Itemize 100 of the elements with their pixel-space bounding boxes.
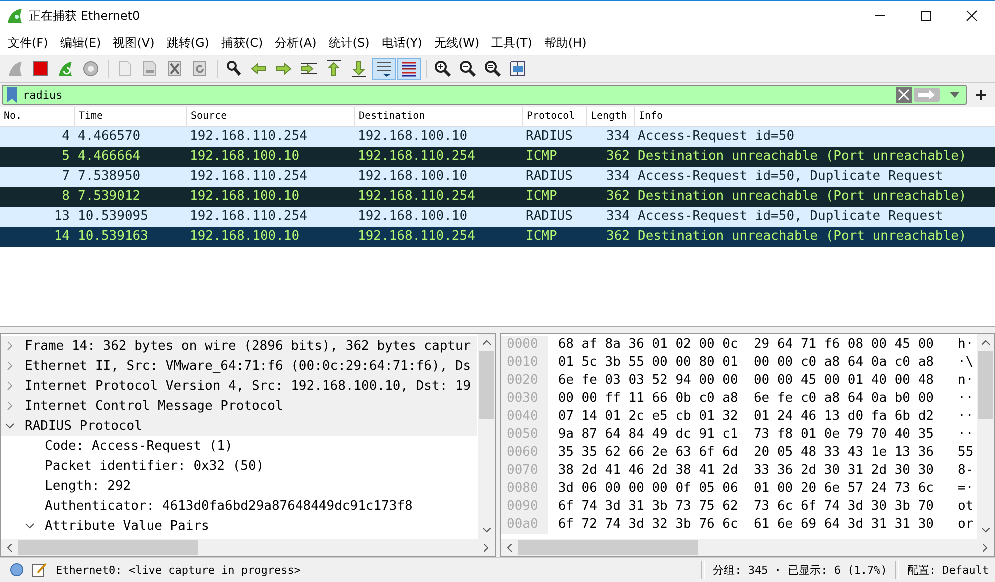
menu-item[interactable]: 统计(S) xyxy=(324,34,375,52)
scrollbar-thumb[interactable] xyxy=(518,540,698,555)
menu-item[interactable]: 文件(F) xyxy=(3,34,54,52)
table-cell[interactable]: 192.168.110.254 xyxy=(354,227,522,247)
table-cell[interactable]: RADIUS xyxy=(522,207,586,227)
table-cell[interactable]: 192.168.100.10 xyxy=(186,147,354,167)
table-cell[interactable]: 192.168.100.10 xyxy=(354,207,522,227)
menu-item[interactable]: 电话(Y) xyxy=(376,34,428,52)
collapsed-caret-icon[interactable] xyxy=(5,361,15,371)
tree-item[interactable]: Code: Access-Request (1) xyxy=(45,438,233,454)
hex-bytes: 9a 87 64 84 49 dc 91 c1 73 f8 01 0e 79 70 40 35 xyxy=(558,426,934,444)
table-cell[interactable]: 192.168.100.10 xyxy=(186,227,354,247)
tree-item[interactable]: Packet identifier: 0x32 (50) xyxy=(45,458,264,474)
scrollbar-thumb[interactable] xyxy=(978,351,993,419)
resize-columns-icon xyxy=(508,59,528,79)
expanded-caret-icon[interactable] xyxy=(25,521,35,531)
menu-item[interactable]: 帮助(H) xyxy=(539,34,592,52)
menu-item[interactable]: 编辑(E) xyxy=(55,34,106,52)
table-cell[interactable]: 192.168.110.254 xyxy=(186,207,354,227)
table-cell[interactable]: 13 xyxy=(0,207,74,227)
table-cell[interactable]: 192.168.110.254 xyxy=(354,147,522,167)
table-cell[interactable]: 7 xyxy=(0,167,74,187)
clear-icon[interactable] xyxy=(896,87,912,103)
table-cell[interactable]: Destination unreachable (Port unreachable) xyxy=(634,147,995,167)
status-circle-icon[interactable] xyxy=(10,563,24,577)
table-cell[interactable]: 7.539012 xyxy=(74,187,186,207)
table-cell[interactable]: 5 xyxy=(0,147,74,167)
plus-icon[interactable] xyxy=(975,89,987,101)
collapsed-caret-icon[interactable] xyxy=(5,341,15,351)
menu-item[interactable]: 捕获(C) xyxy=(216,34,268,52)
table-cell[interactable]: 192.168.110.254 xyxy=(186,167,354,187)
table-cell[interactable]: 192.168.110.254 xyxy=(354,187,522,207)
table-cell[interactable]: 10.539095 xyxy=(74,207,186,227)
ascii-text: ot xyxy=(958,498,974,516)
ascii-text: or xyxy=(958,516,974,534)
byte-offset: 0090 xyxy=(507,498,538,516)
table-cell[interactable]: ICMP xyxy=(522,147,586,167)
table-cell[interactable]: 362 xyxy=(586,187,634,207)
menu-item[interactable]: 无线(W) xyxy=(429,34,485,52)
vertical-scrollbar[interactable] xyxy=(977,334,994,539)
tree-item[interactable]: Length: 292 xyxy=(45,478,132,494)
table-cell[interactable]: 192.168.100.10 xyxy=(186,187,354,207)
table-cell[interactable]: ICMP xyxy=(522,187,586,207)
table-cell[interactable]: 362 xyxy=(586,147,634,167)
hex-bytes: 6f 74 3d 31 3b 73 75 62 73 6c 6f 74 3d 30 3b 70 xyxy=(558,498,934,516)
table-cell[interactable]: 7.538950 xyxy=(74,167,186,187)
collapsed-caret-icon[interactable] xyxy=(5,401,15,411)
tree-item[interactable]: Attribute Value Pairs xyxy=(45,518,210,534)
table-cell[interactable]: 4.466664 xyxy=(74,147,186,167)
table-cell[interactable]: 14 xyxy=(0,227,74,247)
display-filter-field[interactable]: radius xyxy=(2,85,967,105)
table-cell[interactable]: 192.168.100.10 xyxy=(354,127,522,147)
tree-item[interactable]: RADIUS Protocol xyxy=(25,418,142,434)
ascii-text: =· xyxy=(958,480,974,498)
hex-bytes: 6f 72 74 3d 32 3b 76 6c 61 6e 69 64 3d 31 31 30 xyxy=(558,516,934,534)
menu-item[interactable]: 视图(V) xyxy=(108,34,160,52)
scrollbar-thumb[interactable] xyxy=(479,351,494,419)
horizontal-scrollbar[interactable] xyxy=(1,539,495,556)
menu-item[interactable]: 分析(A) xyxy=(270,34,322,52)
table-cell[interactable]: 362 xyxy=(586,227,634,247)
table-cell[interactable]: 334 xyxy=(586,207,634,227)
table-cell[interactable]: RADIUS xyxy=(522,167,586,187)
zoom-out-icon xyxy=(458,59,478,79)
table-cell[interactable]: 10.539163 xyxy=(74,227,186,247)
table-cell[interactable]: 334 xyxy=(586,127,634,147)
table-cell[interactable]: 334 xyxy=(586,167,634,187)
shark-fin-icon xyxy=(7,8,23,24)
tree-item[interactable]: Authenticator: 4613d0fa6bd29a87648449dc91c173f8 xyxy=(45,498,413,514)
menu-item[interactable]: 跳转(G) xyxy=(162,34,214,52)
table-cell[interactable]: ICMP xyxy=(522,227,586,247)
table-cell[interactable]: Access-Request id=50, Duplicate Request xyxy=(634,167,995,187)
hex-bytes: 07 14 01 2c e5 cb 01 32 01 24 46 13 d0 fa 6b d2 xyxy=(558,408,934,426)
table-cell[interactable]: Access-Request id=50, Duplicate Request xyxy=(634,207,995,227)
vertical-scrollbar[interactable] xyxy=(478,334,495,539)
bookmark-icon[interactable] xyxy=(5,86,19,104)
table-cell[interactable]: 4.466570 xyxy=(74,127,186,147)
table-cell[interactable]: 4 xyxy=(0,127,74,147)
table-cell[interactable]: 8 xyxy=(0,187,74,207)
byte-offset: 0040 xyxy=(507,408,538,426)
hex-bytes: 01 5c 3b 55 00 00 80 01 00 00 c0 a8 64 0a c0 a8 xyxy=(558,354,934,372)
byte-offset: 0000 xyxy=(507,336,538,354)
stop-icon xyxy=(31,59,51,79)
table-cell[interactable]: 192.168.110.254 xyxy=(186,127,354,147)
byte-offset: 0020 xyxy=(507,372,538,390)
scrollbar-thumb[interactable] xyxy=(18,540,198,555)
profile-label[interactable]: 配置: Default xyxy=(907,562,989,578)
up-arrow-icon xyxy=(324,59,344,79)
table-cell[interactable]: Access-Request id=50 xyxy=(634,127,995,147)
collapsed-caret-icon[interactable] xyxy=(5,381,15,391)
table-cell[interactable]: Destination unreachable (Port unreachable) xyxy=(634,187,995,207)
colored-lines-button[interactable] xyxy=(397,58,421,80)
edit-icon[interactable] xyxy=(32,562,48,578)
table-cell[interactable]: 192.168.100.10 xyxy=(354,167,522,187)
autoscroll-button[interactable] xyxy=(372,58,396,80)
expanded-caret-icon[interactable] xyxy=(5,421,15,431)
table-cell[interactable]: RADIUS xyxy=(522,127,586,147)
menu-item[interactable]: 工具(T) xyxy=(486,34,538,52)
table-cell[interactable]: Destination unreachable (Port unreachable) xyxy=(634,227,995,247)
caret-icon[interactable] xyxy=(950,92,960,98)
horizontal-scrollbar[interactable] xyxy=(501,539,994,556)
